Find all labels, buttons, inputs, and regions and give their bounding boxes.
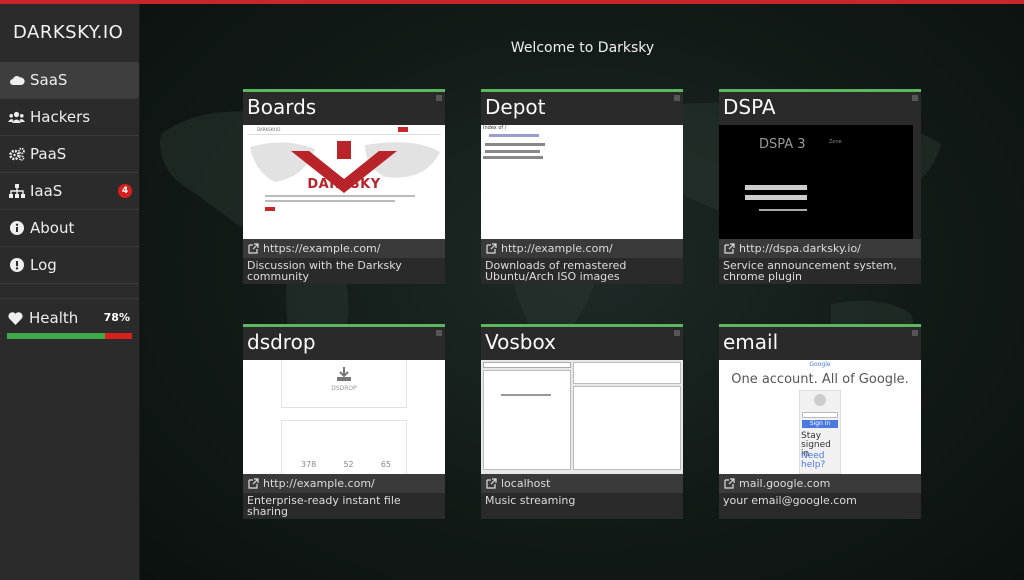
card-title[interactable]: Boards	[243, 92, 445, 125]
card-description: your email@google.com	[719, 493, 921, 519]
nav-label: SaaS	[30, 71, 68, 89]
download-icon	[337, 367, 351, 381]
card-description: Enterprise-ready instant file sharing	[243, 493, 445, 519]
nav-item-paas[interactable]: PaaS	[0, 136, 139, 173]
brand-logo[interactable]: DARKSKY.IO	[0, 4, 139, 62]
health-percent: 78%	[103, 311, 130, 324]
card-corner-marker	[436, 95, 442, 101]
welcome-heading: Welcome to Darksky	[510, 40, 655, 56]
nav-label: Hackers	[30, 108, 91, 126]
nav-item-hackers[interactable]: Hackers	[0, 99, 139, 136]
card-screenshot[interactable]: DSDROP 378 52 65	[243, 360, 445, 474]
info-icon	[8, 220, 25, 236]
notification-badge: 4	[118, 184, 132, 198]
cloud-icon	[8, 72, 25, 88]
external-link-icon	[486, 243, 497, 254]
thumb-logo: DARKSKY	[307, 177, 381, 192]
nav-label: IaaS	[30, 182, 63, 200]
card-title[interactable]: Vosbox	[481, 327, 683, 360]
external-link-icon	[248, 478, 259, 489]
card-url[interactable]: https://example.com/	[263, 242, 380, 255]
card-url[interactable]: mail.google.com	[739, 477, 830, 490]
thumb-header: DARKSKY.IO	[257, 127, 281, 132]
app-card-email[interactable]: email Google One account. All of Google.…	[719, 324, 921, 519]
app-card-vosbox[interactable]: Vosbox localhost Music streaming	[481, 324, 683, 519]
app-card-dsdrop[interactable]: dsdrop DSDROP 378 52 65 http://example.c…	[243, 324, 445, 519]
thumb-heading: Index of /	[483, 125, 507, 131]
nav-label: PaaS	[30, 145, 67, 163]
card-url-row[interactable]: http://example.com/	[243, 474, 445, 493]
sidebar: DARKSKY.IO SaaS Hackers PaaS IaaS 4 Abou…	[0, 4, 140, 580]
nav-item-saas[interactable]: SaaS	[0, 62, 139, 99]
external-link-icon	[724, 478, 735, 489]
card-corner-marker	[912, 95, 918, 101]
external-link-icon	[724, 243, 735, 254]
health-widget: Health 78%	[0, 298, 139, 344]
card-url-row[interactable]: mail.google.com	[719, 474, 921, 493]
thumb-heading: One account. All of Google.	[731, 372, 909, 387]
thumb-heading: DSPA 3	[759, 137, 806, 152]
health-label: Health	[29, 309, 79, 327]
card-title[interactable]: DSPA	[719, 92, 921, 125]
card-url-row[interactable]: http://dspa.darksky.io/	[719, 239, 921, 258]
card-url-row[interactable]: localhost	[481, 474, 683, 493]
nav-label: About	[30, 219, 75, 237]
thumb-heading: DSDROP	[331, 385, 357, 392]
health-bar-fill	[7, 333, 105, 339]
card-description: Music streaming	[481, 493, 683, 519]
card-corner-marker	[674, 95, 680, 101]
card-description: Downloads of remastered Ubuntu/Arch ISO …	[481, 258, 683, 284]
card-screenshot[interactable]: DSPA 3 Zone	[719, 125, 921, 239]
card-screenshot[interactable]: DARKSKY.IO DARKSKY	[243, 125, 445, 239]
users-icon	[8, 109, 25, 125]
card-title[interactable]: dsdrop	[243, 327, 445, 360]
thumb-brand: Google	[809, 361, 831, 368]
thumb-stat: 378	[301, 460, 317, 469]
heart-icon	[8, 311, 23, 325]
thumb-need-help: Need help?	[801, 451, 826, 470]
card-screenshot[interactable]: Google One account. All of Google. Sign …	[719, 360, 921, 474]
nav-item-log[interactable]: Log	[0, 247, 139, 284]
card-title[interactable]: Depot	[481, 92, 683, 125]
thumb-stat: 52	[343, 460, 354, 469]
thumb-side-label: Zone	[829, 139, 842, 145]
thumb-stats: 378 52 65	[301, 460, 391, 469]
thumb-signin-button: Sign in	[802, 420, 838, 428]
external-link-icon	[486, 478, 497, 489]
card-description: Discussion with the Darksky community	[243, 258, 445, 284]
card-corner-marker	[436, 330, 442, 336]
sitemap-icon	[8, 183, 25, 199]
card-url[interactable]: http://dspa.darksky.io/	[739, 242, 861, 255]
card-title[interactable]: email	[719, 327, 921, 360]
card-url[interactable]: localhost	[501, 477, 550, 490]
thumb-stat: 65	[380, 460, 391, 469]
main-content: Welcome to Darksky Boards DARKSKY.IO DAR…	[141, 4, 1024, 580]
card-screenshot[interactable]: Index of /	[481, 125, 683, 239]
app-card-boards[interactable]: Boards DARKSKY.IO DARKSKY https://exampl…	[243, 89, 445, 284]
card-corner-marker	[912, 330, 918, 336]
health-bar	[7, 333, 132, 339]
thumb-button	[398, 127, 408, 132]
external-link-icon	[248, 243, 259, 254]
nav-item-about[interactable]: About	[0, 210, 139, 247]
gears-icon	[8, 146, 25, 162]
card-url[interactable]: http://example.com/	[263, 477, 375, 490]
card-url[interactable]: http://example.com/	[501, 242, 613, 255]
nav-item-iaas[interactable]: IaaS 4	[0, 173, 139, 210]
card-description: Service announcement system, chrome plug…	[719, 258, 921, 284]
card-corner-marker	[674, 330, 680, 336]
card-screenshot[interactable]	[481, 360, 683, 474]
app-card-depot[interactable]: Depot Index of / http://example.com/ Dow…	[481, 89, 683, 284]
app-card-dspa[interactable]: DSPA DSPA 3 Zone http://dspa.darksky.io/…	[719, 89, 921, 284]
nav-label: Log	[30, 256, 57, 274]
card-url-row[interactable]: http://example.com/	[481, 239, 683, 258]
card-url-row[interactable]: https://example.com/	[243, 239, 445, 258]
alert-icon	[8, 257, 25, 273]
